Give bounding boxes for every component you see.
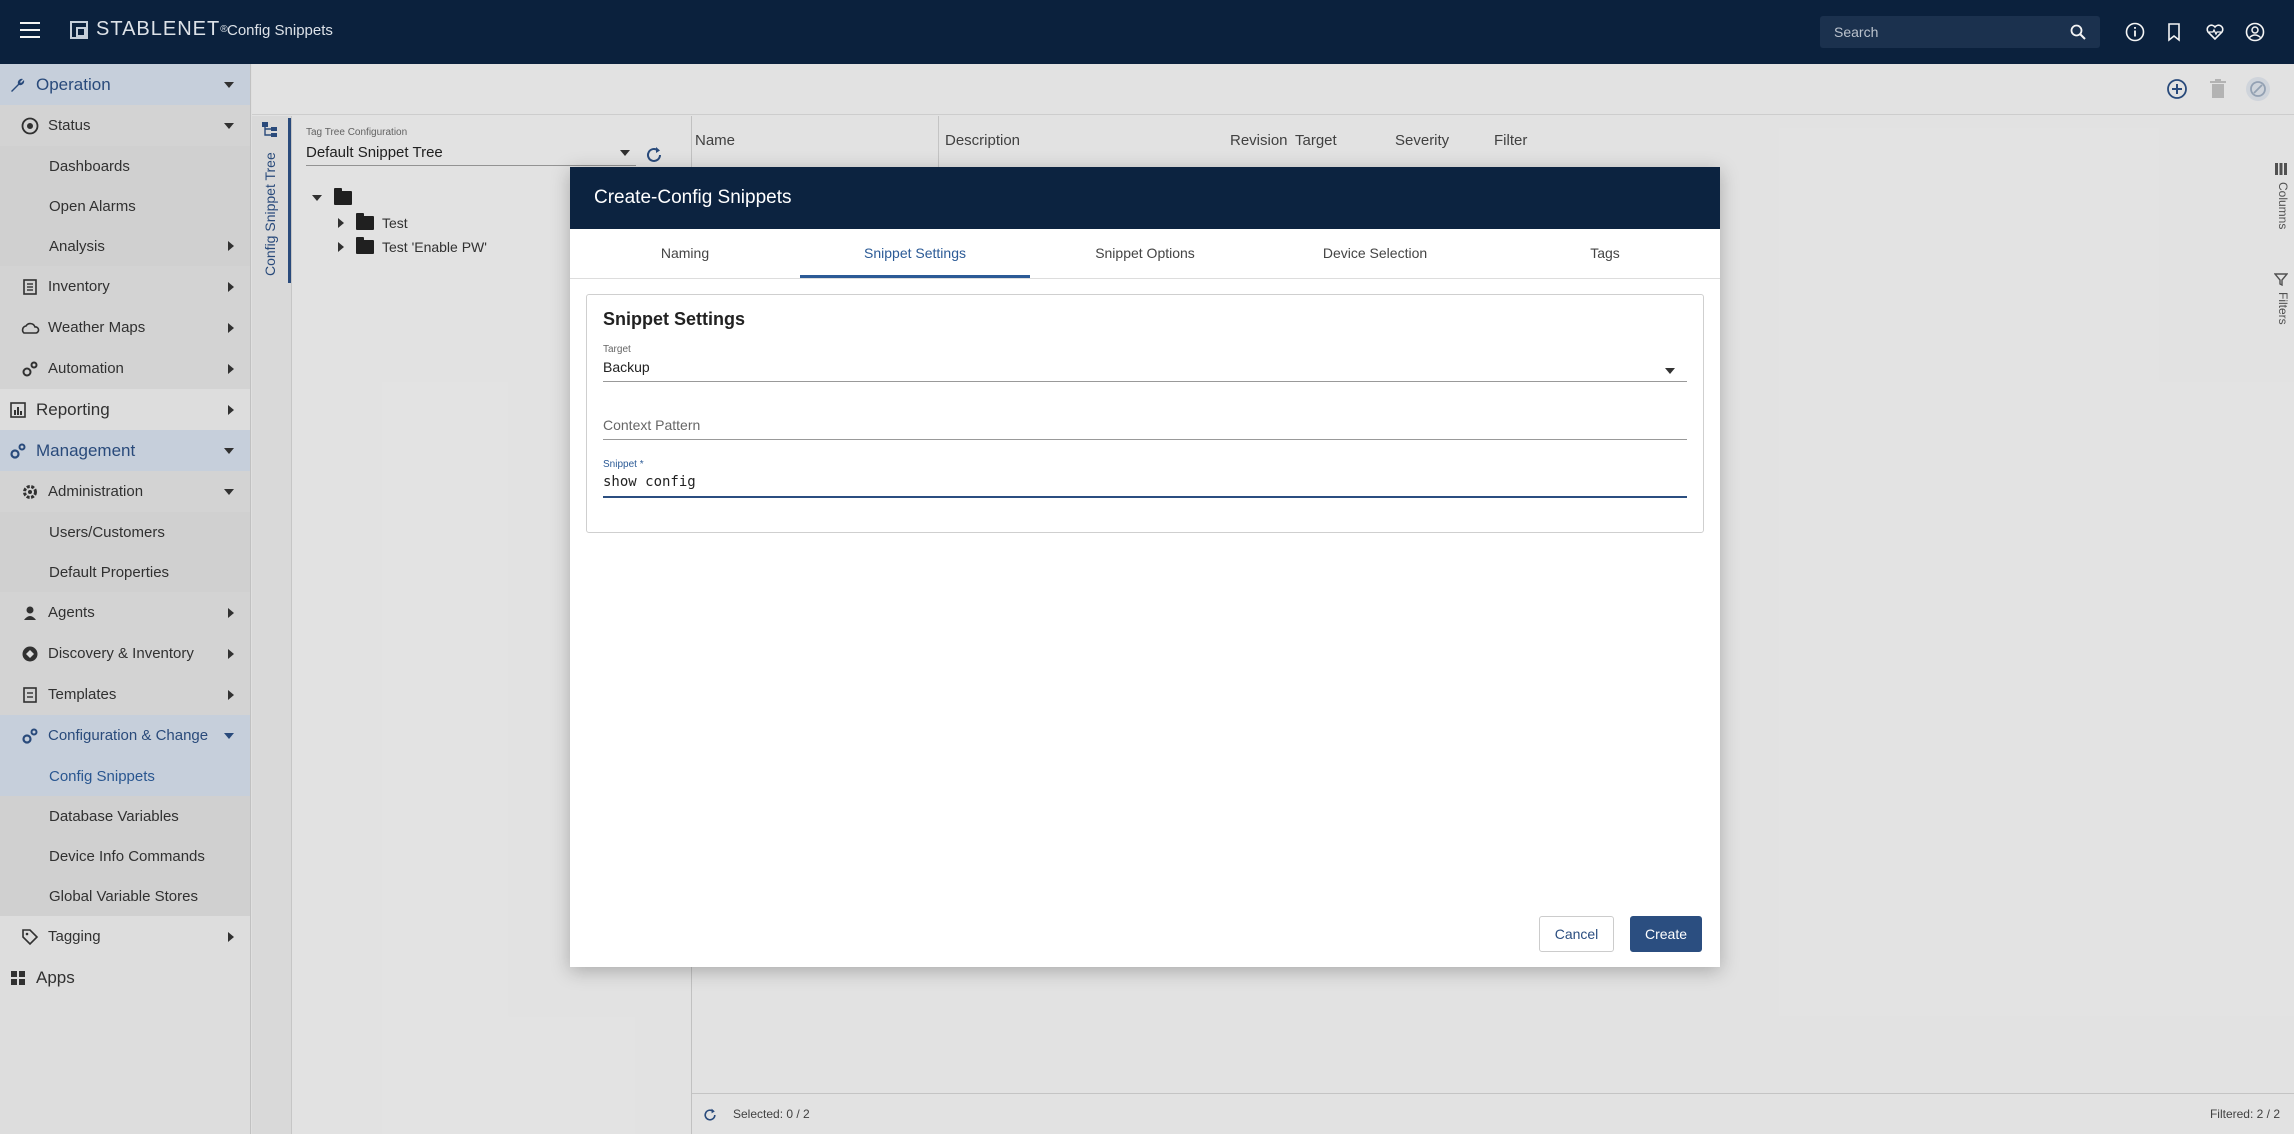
snippet-field[interactable]: Snippet * show config [603, 459, 1687, 498]
section-title: Snippet Settings [603, 309, 746, 329]
target-value[interactable]: Backup [603, 359, 1687, 375]
target-select[interactable]: Target Backup [603, 344, 1687, 382]
target-label: Target [603, 344, 631, 355]
create-button[interactable]: Create [1630, 916, 1702, 952]
snippet-settings-section: Snippet Settings Target Backup Context P… [586, 294, 1704, 533]
tab-tags[interactable]: Tags [1490, 229, 1720, 278]
field-underline-focused [603, 496, 1687, 498]
chevron-down-icon[interactable] [1665, 368, 1675, 374]
field-underline [603, 439, 1687, 440]
snippet-input[interactable]: show config [603, 474, 1687, 490]
snippet-label: Snippet * [603, 459, 644, 470]
context-pattern-placeholder[interactable]: Context Pattern [603, 417, 1687, 433]
dialog-tabs: Naming Snippet Settings Snippet Options … [570, 229, 1720, 279]
tab-snippet-settings[interactable]: Snippet Settings [800, 229, 1030, 278]
tab-naming[interactable]: Naming [570, 229, 800, 278]
tab-device-selection[interactable]: Device Selection [1260, 229, 1490, 278]
dialog-title: Create-Config Snippets [570, 167, 1720, 229]
cancel-button[interactable]: Cancel [1539, 916, 1614, 952]
field-underline [603, 381, 1687, 382]
tab-snippet-options[interactable]: Snippet Options [1030, 229, 1260, 278]
context-pattern-field[interactable]: Context Pattern [603, 417, 1687, 440]
create-config-snippet-dialog: Create-Config Snippets Naming Snippet Se… [570, 167, 1720, 967]
